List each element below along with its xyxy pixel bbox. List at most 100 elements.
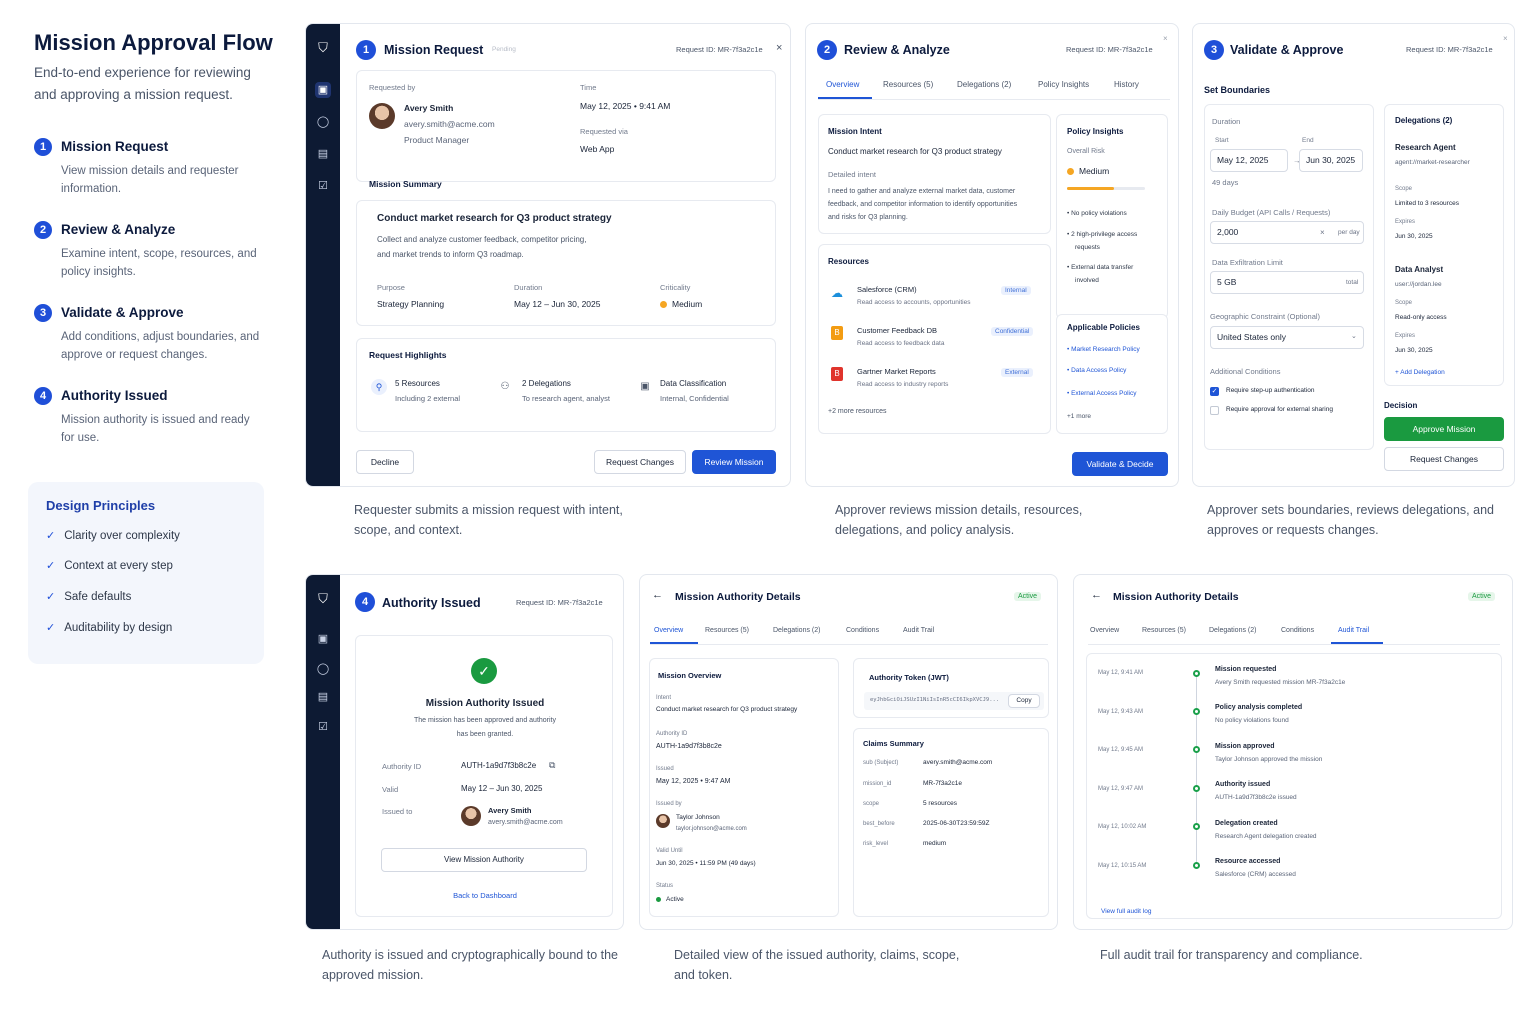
tab-divider xyxy=(650,644,1048,645)
step-number: 3 xyxy=(1204,40,1224,60)
start-date-input[interactable]: May 12, 2025 xyxy=(1210,149,1288,172)
more-policies-link[interactable]: +1 more xyxy=(1067,413,1091,420)
avatar xyxy=(461,806,481,826)
request-via: Web App xyxy=(580,144,615,154)
missions-nav-icon[interactable]: ▣ xyxy=(315,82,331,98)
highlight-sub: Internal, Confidential xyxy=(660,394,729,403)
shield-logo-icon: ⛉ xyxy=(318,40,328,55)
checkbox-checked[interactable]: ✓ xyxy=(1210,387,1219,396)
principle-item: ✓ Safe defaults xyxy=(46,591,132,603)
clear-icon[interactable]: × xyxy=(1320,228,1325,237)
request-id: Request ID: MR-7f3a2c1e xyxy=(1406,45,1493,54)
missions-nav-icon[interactable]: ▣ xyxy=(315,631,331,647)
tab-overview[interactable]: Overview xyxy=(654,627,683,634)
back-arrow-icon[interactable]: ← xyxy=(652,589,663,601)
geo-select[interactable]: United States only xyxy=(1210,326,1364,349)
claim-value: avery.smith@acme.com xyxy=(923,759,993,766)
issuer-name: Taylor Johnson xyxy=(676,814,720,821)
tab-conditions[interactable]: Conditions xyxy=(846,627,879,634)
report-icon: B xyxy=(831,367,843,381)
principle-item: ✓ Clarity over complexity xyxy=(46,530,180,542)
event-time: May 12, 9:47 AM xyxy=(1098,786,1144,792)
audit-trail-card: ← Mission Authority Details Active Overv… xyxy=(1073,574,1513,930)
delegations-panel: Delegations (2) Research Agent agent://m… xyxy=(1384,104,1504,386)
request-changes-button[interactable]: Request Changes xyxy=(1384,447,1504,471)
tab-delegations[interactable]: Delegations (2) xyxy=(773,627,820,634)
reports-nav-icon[interactable]: ▤ xyxy=(315,146,331,162)
approvals-nav-icon[interactable]: ☑ xyxy=(315,178,331,194)
add-delegation-link[interactable]: + Add Delegation xyxy=(1395,369,1445,376)
tab-resources[interactable]: Resources (5) xyxy=(883,80,933,89)
tab-audit-trail[interactable]: Audit Trail xyxy=(1338,627,1369,634)
tab-conditions[interactable]: Conditions xyxy=(1281,627,1314,634)
unit-label: per day xyxy=(1338,229,1360,236)
label: Criticality xyxy=(660,283,691,292)
approvals-nav-icon[interactable]: ☑ xyxy=(315,719,331,735)
principles-title: Design Principles xyxy=(46,498,156,513)
resource-desc: Read access to feedback data xyxy=(857,340,945,347)
copy-button[interactable]: Copy xyxy=(1008,694,1040,708)
tab-overview[interactable]: Overview xyxy=(826,80,859,89)
request-changes-button[interactable]: Request Changes xyxy=(594,450,686,474)
highlight-sub: To research agent, analyst xyxy=(522,394,610,403)
tag-badge: Confidential xyxy=(991,327,1034,336)
section-title: Set Boundaries xyxy=(1204,85,1271,95)
timeline-dot-icon xyxy=(1193,862,1200,869)
timeline-dot-icon xyxy=(1193,670,1200,677)
status-badge: Pending xyxy=(492,46,516,53)
review-mission-button[interactable]: Review Mission xyxy=(692,450,776,474)
resource-desc: Read access to accounts, opportunities xyxy=(857,299,971,306)
resource-name: Gartner Market Reports xyxy=(857,367,936,376)
resources-panel: Resources ☁ Salesforce (CRM) Read access… xyxy=(818,244,1051,434)
tab-history[interactable]: History xyxy=(1114,80,1139,89)
intent-value: Conduct market research for Q3 product s… xyxy=(656,706,798,713)
step-number: 1 xyxy=(34,138,52,156)
user-nav-icon[interactable]: ◯ xyxy=(315,661,331,677)
tab-audit-trail[interactable]: Audit Trail xyxy=(903,627,934,634)
database-icon: B xyxy=(831,326,843,340)
decline-button[interactable]: Decline xyxy=(356,450,414,474)
policy-link[interactable]: • External Access Policy xyxy=(1067,390,1136,397)
tab-resources[interactable]: Resources (5) xyxy=(1142,627,1186,634)
delegate-expires: Jun 30, 2025 xyxy=(1395,347,1433,354)
policy-insights-panel: Policy Insights Overall Risk Medium • No… xyxy=(1056,114,1168,319)
view-audit-log-link[interactable]: View full audit log xyxy=(1101,908,1151,915)
end-date-input[interactable]: Jun 30, 2025 xyxy=(1299,149,1363,172)
tab-overview[interactable]: Overview xyxy=(1090,627,1119,634)
tab-policy-insights[interactable]: Policy Insights xyxy=(1038,80,1089,89)
label: Scope xyxy=(1395,186,1413,192)
principle-item: ✓ Auditability by design xyxy=(46,622,173,634)
copy-icon[interactable]: ⧉ xyxy=(549,760,555,771)
reports-nav-icon[interactable]: ▤ xyxy=(315,689,331,705)
status-badge: Active xyxy=(1468,592,1496,601)
more-resources-link[interactable]: +2 more resources xyxy=(828,408,887,415)
claim-key: best_before xyxy=(863,821,895,827)
detailed-intent: feedback, and competitor information to … xyxy=(828,201,1018,208)
validate-decide-button[interactable]: Validate & Decide xyxy=(1072,452,1168,476)
close-icon[interactable]: × xyxy=(1503,34,1508,43)
section-title: Mission Overview xyxy=(658,671,722,680)
principle-item: ✓ Context at every step xyxy=(46,560,173,572)
issued-to-name: Avery Smith xyxy=(488,806,532,815)
policy-link[interactable]: • Market Research Policy xyxy=(1067,346,1140,353)
tab-resources[interactable]: Resources (5) xyxy=(705,627,749,634)
back-to-dashboard-link[interactable]: Back to Dashboard xyxy=(356,891,614,900)
back-arrow-icon[interactable]: ← xyxy=(1091,589,1102,601)
exfil-input[interactable]: 5 GB xyxy=(1210,271,1364,294)
close-icon[interactable]: × xyxy=(776,42,782,54)
tab-delegations[interactable]: Delegations (2) xyxy=(957,80,1011,89)
approve-mission-button[interactable]: Approve Mission xyxy=(1384,417,1504,441)
policy-link[interactable]: • Data Access Policy xyxy=(1067,367,1126,374)
card-title: Review & Analyze xyxy=(844,43,950,57)
claim-key: sub (Subject) xyxy=(863,760,899,766)
avatar xyxy=(369,103,395,129)
checkbox-unchecked[interactable] xyxy=(1210,406,1219,415)
label: Requested via xyxy=(580,127,628,136)
user-nav-icon[interactable]: ◯ xyxy=(315,114,331,130)
timeline-dot-icon xyxy=(1193,708,1200,715)
design-principles: Design Principles ✓ Clarity over complexi… xyxy=(28,482,264,664)
close-icon[interactable]: × xyxy=(1163,34,1168,43)
card-caption: Approver sets boundaries, reviews delega… xyxy=(1207,503,1494,537)
tab-delegations[interactable]: Delegations (2) xyxy=(1209,627,1256,634)
view-authority-button[interactable]: View Mission Authority xyxy=(381,848,587,872)
